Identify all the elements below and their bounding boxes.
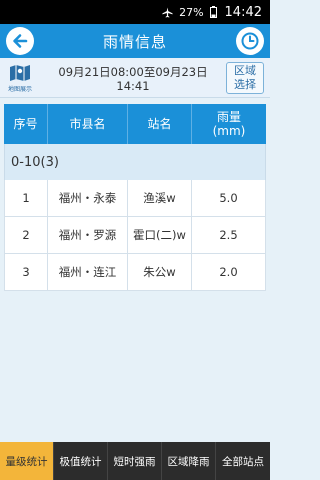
cell-station: 渔溪w: [128, 180, 192, 216]
table-header: 序号 市县名 站名 雨量 (mm): [4, 104, 266, 144]
back-arrow-icon: [13, 34, 28, 48]
battery-icon: [209, 6, 217, 18]
cell-county: 福州・永泰: [48, 180, 128, 216]
col-header-index: 序号: [4, 104, 48, 144]
table-row[interactable]: 2 福州・罗源 霍口(二)w 2.5: [4, 217, 266, 254]
region-line2: 选择: [234, 77, 256, 91]
battery-percent: 27%: [179, 5, 204, 19]
col-header-county: 市县名: [48, 104, 128, 144]
tab-all-stations[interactable]: 全部站点: [216, 442, 270, 480]
region-select-button[interactable]: 区域 选择: [226, 61, 264, 94]
map-view-button[interactable]: 地图展示: [0, 58, 40, 98]
col-header-rainfall-label: 雨量 (mm): [212, 110, 246, 138]
tab-level-stats[interactable]: 量级统计: [0, 442, 54, 480]
cell-rainfall: 2.0: [192, 254, 266, 290]
page-title: 雨情信息: [102, 32, 167, 51]
time-select-button[interactable]: [236, 27, 264, 55]
cell-rainfall: 2.5: [192, 217, 266, 253]
cell-county: 福州・罗源: [48, 217, 128, 253]
col-header-station: 站名: [128, 104, 192, 144]
title-bar: 雨情信息: [0, 24, 270, 58]
date-range-line2: 14:41: [116, 78, 150, 93]
date-range[interactable]: 09月21日08:00至09月23日 14:41: [40, 63, 226, 93]
airplane-icon: [162, 6, 173, 18]
status-time: 14:42: [224, 4, 262, 20]
cell-county: 福州・连江: [48, 254, 128, 290]
cell-station: 朱公w: [128, 254, 192, 290]
cell-index: 1: [4, 180, 48, 216]
cell-index: 2: [4, 217, 48, 253]
tab-short-heavy-rain[interactable]: 短时强雨: [108, 442, 162, 480]
tab-regional-rainfall[interactable]: 区域降雨: [162, 442, 216, 480]
date-range-line1: 09月21日08:00至09月23日: [58, 64, 208, 79]
cell-rainfall: 5.0: [192, 180, 266, 216]
bottom-tab-bar: 量级统计 极值统计 短时强雨 区域降雨 全部站点: [0, 442, 270, 480]
region-line1: 区域: [234, 63, 256, 77]
table-row[interactable]: 1 福州・永泰 渔溪w 5.0: [4, 180, 266, 217]
clock-icon: [241, 32, 259, 50]
filter-bar: 地图展示 09月21日08:00至09月23日 14:41 区域 选择: [0, 58, 270, 98]
tab-extreme-stats[interactable]: 极值统计: [54, 442, 108, 480]
cell-station: 霍口(二)w: [128, 217, 192, 253]
rainfall-group-header[interactable]: 0-10(3): [4, 144, 266, 180]
table-row[interactable]: 3 福州・连江 朱公w 2.0: [4, 254, 266, 291]
rainfall-table: 序号 市县名 站名 雨量 (mm) 0-10(3) 1 福州・永泰 渔溪w 5.…: [4, 104, 266, 291]
map-view-label: 地图展示: [7, 85, 32, 93]
map-icon: [10, 64, 30, 81]
col-header-rainfall: 雨量 (mm): [192, 104, 266, 144]
status-bar: 27% 14:42: [0, 0, 270, 24]
back-button[interactable]: [6, 27, 34, 55]
cell-index: 3: [4, 254, 48, 290]
